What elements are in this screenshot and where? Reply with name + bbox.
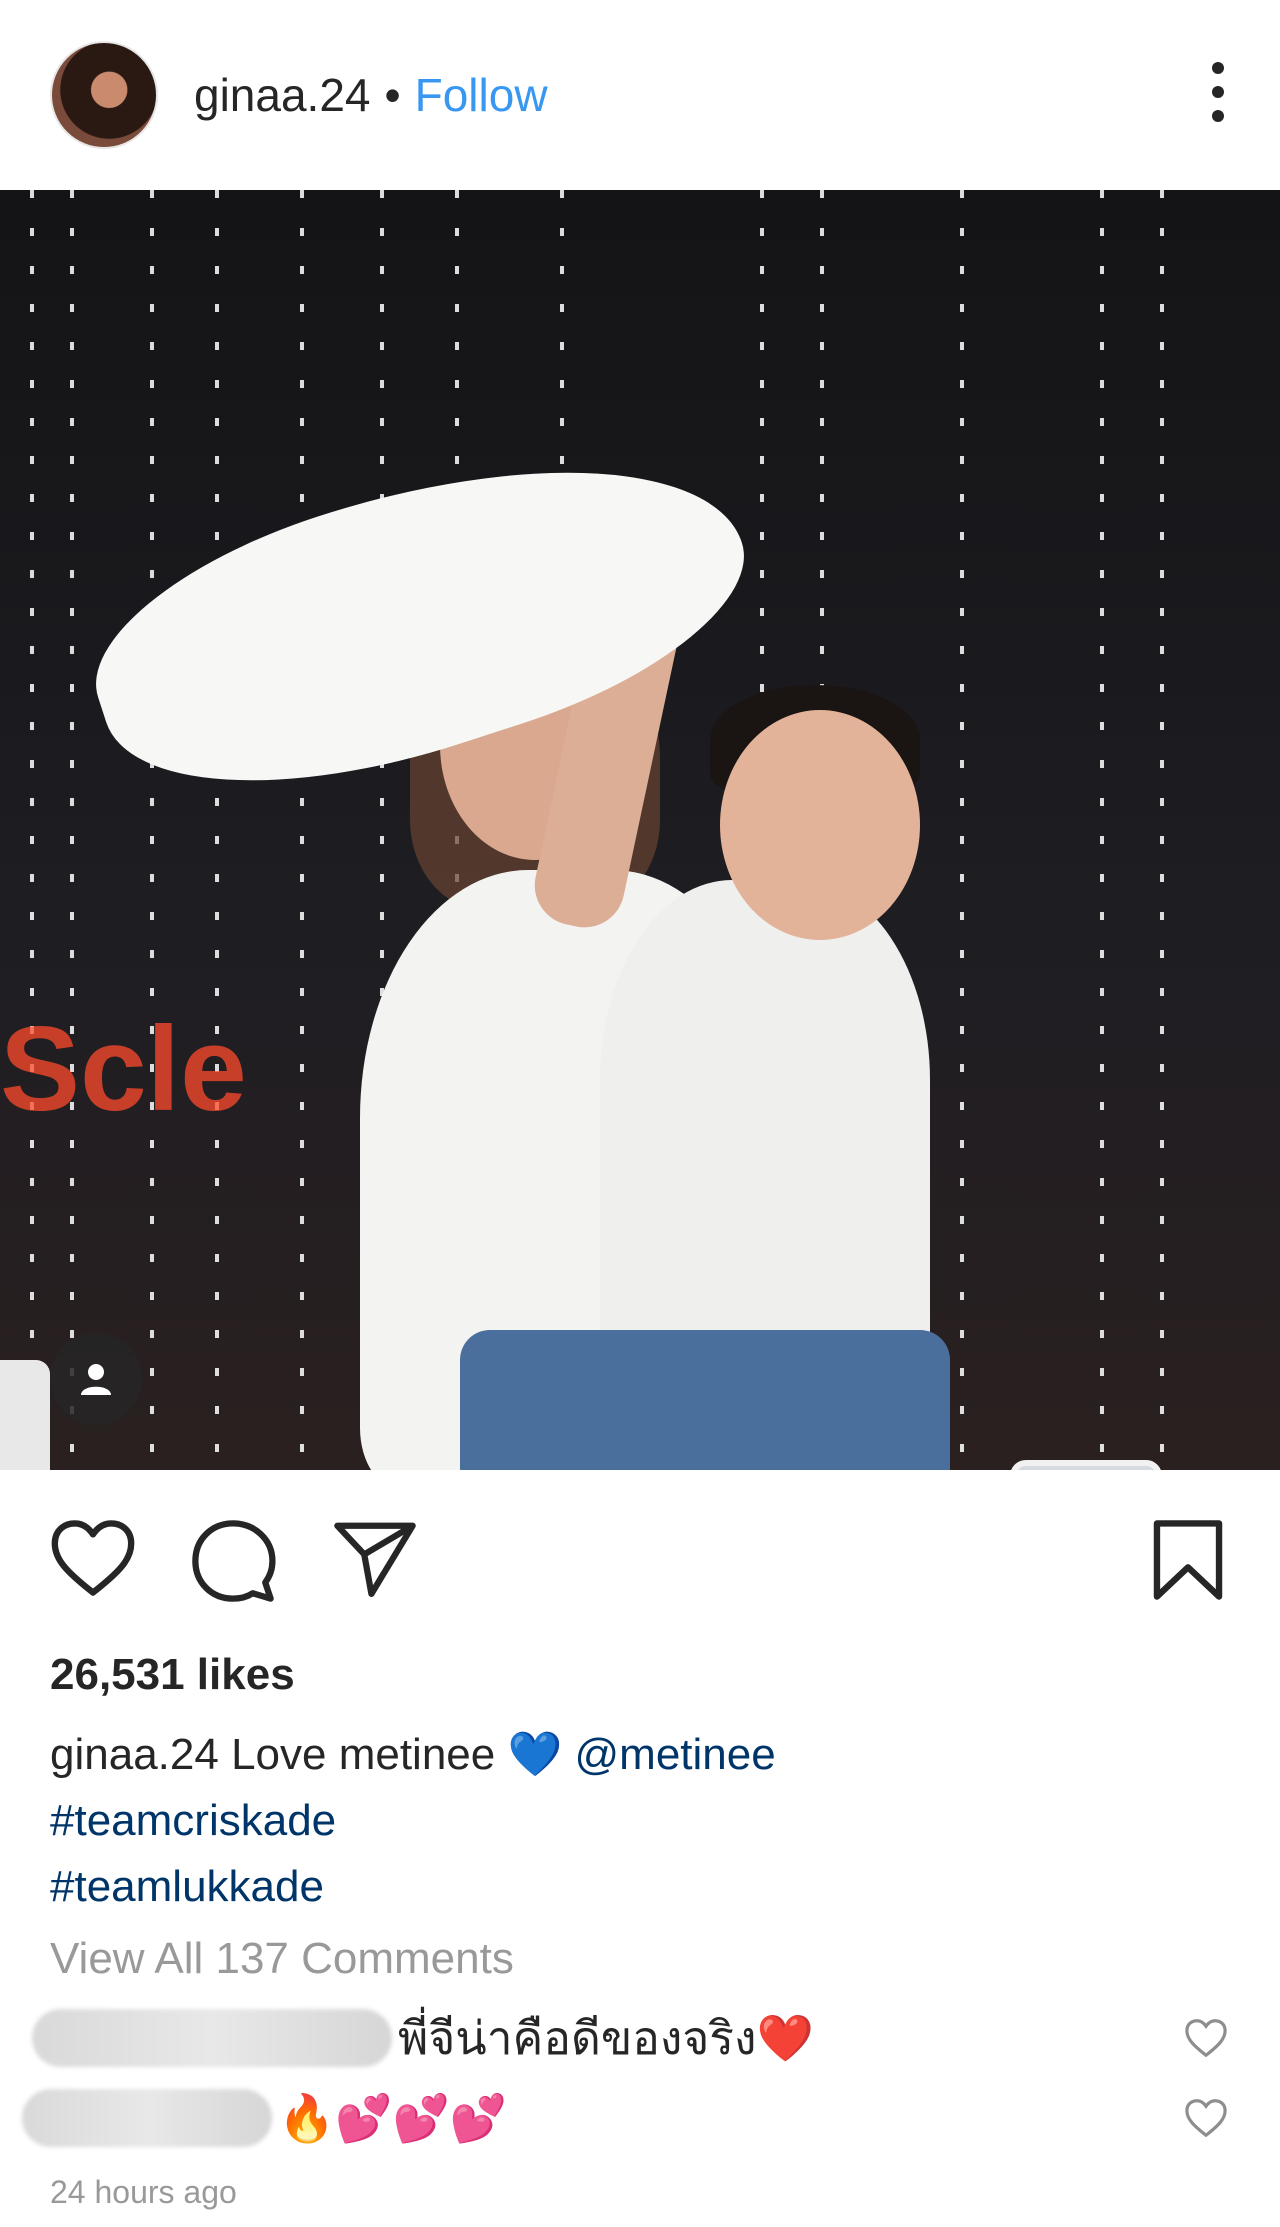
comment-icon[interactable] bbox=[190, 1518, 276, 1609]
heart-icon[interactable] bbox=[1184, 2098, 1228, 2143]
caption-emoji: 💙 bbox=[507, 1730, 563, 1779]
heart-icon[interactable] bbox=[48, 1518, 138, 1603]
blurred-username bbox=[32, 2009, 392, 2067]
caption: ginaa.24 Love metinee 💙 @metinee #teamcr… bbox=[0, 1722, 1280, 1920]
photo-figure bbox=[720, 710, 920, 940]
comment-row: 🔥💕💕💕 bbox=[0, 2078, 1280, 2158]
post-header: ginaa.24 • Follow bbox=[0, 0, 1280, 190]
more-vertical-icon[interactable] bbox=[1208, 62, 1228, 128]
photo-figure bbox=[460, 1330, 950, 1470]
view-all-comments-link[interactable]: View All 137 Comments bbox=[0, 1934, 1280, 1984]
comment-text: พี่จีน่าคือดีของจริง❤️ bbox=[398, 2011, 814, 2064]
separator-dot: • bbox=[384, 69, 401, 121]
caption-text: Love metinee bbox=[231, 1730, 496, 1779]
follow-button[interactable]: Follow bbox=[415, 68, 548, 122]
blurred-username bbox=[22, 2089, 272, 2147]
caption-username[interactable]: ginaa.24 bbox=[50, 1730, 219, 1779]
avatar[interactable] bbox=[50, 41, 158, 149]
comment-row: พี่จีน่าคือดีของจริง❤️ bbox=[0, 1998, 1280, 2078]
user-icon[interactable] bbox=[50, 1333, 142, 1425]
mention-link[interactable]: @metinee bbox=[575, 1730, 776, 1779]
comment-text: 🔥💕💕💕 bbox=[278, 2091, 508, 2144]
bookmark-icon[interactable] bbox=[1150, 1518, 1226, 1607]
header-user-line: ginaa.24 • Follow bbox=[194, 68, 548, 122]
background-sign: Scle bbox=[0, 1002, 247, 1136]
share-icon[interactable] bbox=[332, 1518, 418, 1603]
post-timestamp: 24 hours ago bbox=[50, 2174, 237, 2210]
header-username[interactable]: ginaa.24 bbox=[194, 68, 371, 122]
photo-phone bbox=[1010, 1460, 1162, 1470]
photo-figure bbox=[600, 880, 930, 1380]
action-bar bbox=[0, 1470, 1280, 1640]
post-photo[interactable]: Scle bbox=[0, 190, 1280, 1470]
likes-count[interactable]: 26,531 likes bbox=[0, 1650, 1280, 1700]
hashtag-link[interactable]: #teamcriskade bbox=[50, 1796, 336, 1845]
heart-icon[interactable] bbox=[1184, 2018, 1228, 2063]
hashtag-link[interactable]: #teamlukkade bbox=[50, 1862, 324, 1911]
photo-phone bbox=[0, 1360, 50, 1470]
